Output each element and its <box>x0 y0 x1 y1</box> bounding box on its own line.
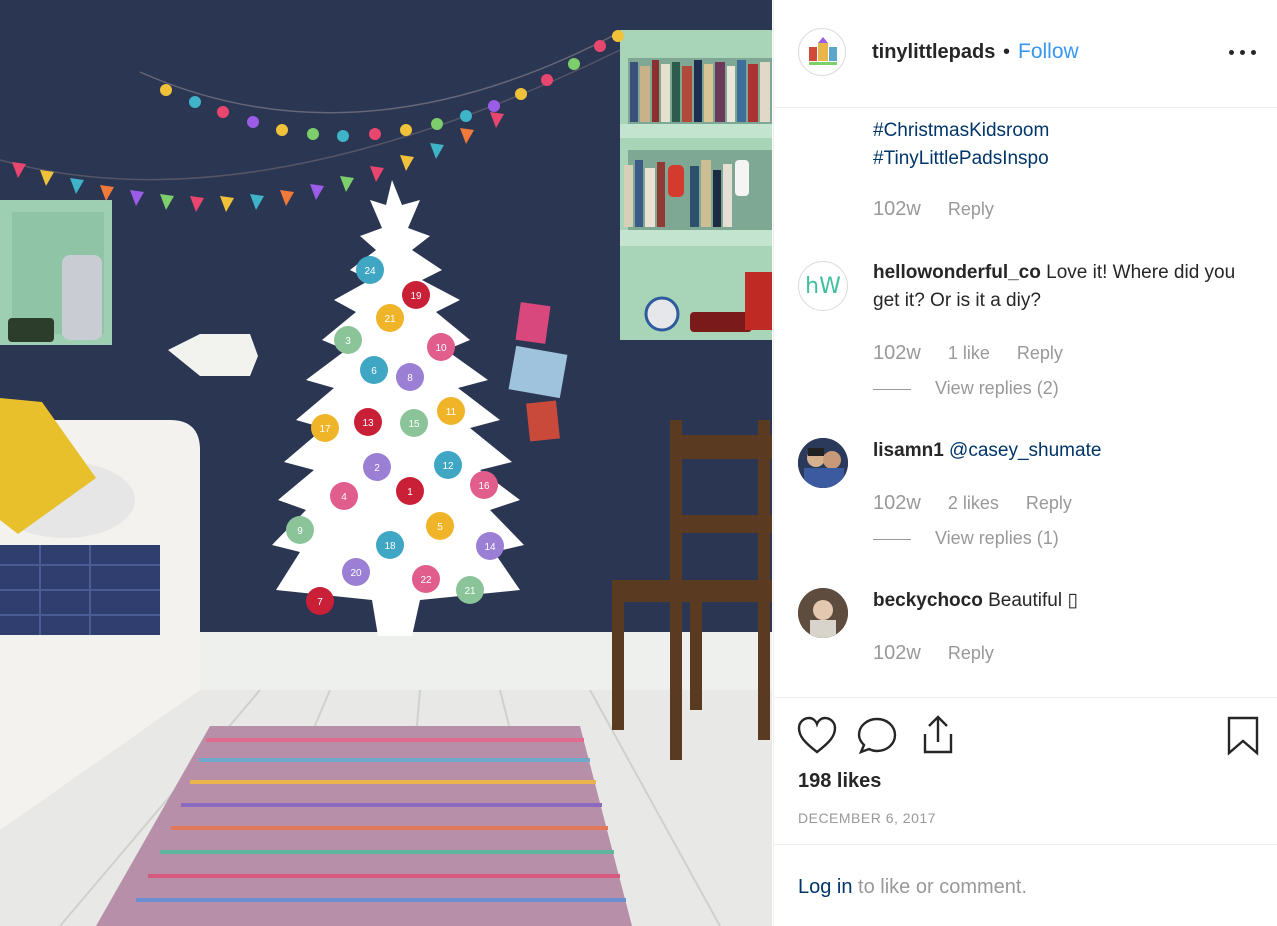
ornament-number: 21 <box>384 314 396 325</box>
post-side-panel: tinylittlepads • Follow #ChristmasKidsro… <box>773 0 1277 926</box>
comment-body: hellowonderful_co Love it! Where did you… <box>873 259 1253 315</box>
login-prompt-text: Log in to like or comment. <box>798 876 1027 899</box>
reply-button[interactable]: Reply <box>948 643 994 663</box>
user-photo-icon <box>798 438 848 488</box>
ornament-number: 5 <box>437 522 443 533</box>
hashtag-link[interactable]: #TinyLittlePadsInspo <box>873 145 1253 173</box>
comment-username[interactable]: beckychoco <box>873 590 983 611</box>
ornament-number: 16 <box>478 481 490 492</box>
post-username[interactable]: tinylittlepads <box>872 41 995 64</box>
ornament-number: 20 <box>350 568 362 579</box>
follow-button[interactable]: Follow <box>1018 40 1079 64</box>
separator-dot: • <box>1003 41 1011 63</box>
login-rest-text: to like or comment. <box>852 876 1028 898</box>
more-options-icon[interactable] <box>1226 36 1260 66</box>
comment-likes[interactable]: 2 likes <box>948 493 999 513</box>
hashtag-link[interactable]: #ChristmasKidsroom <box>873 117 1253 145</box>
ornament-number: 9 <box>297 526 303 537</box>
ornament-number: 24 <box>364 266 376 277</box>
ornament-number: 22 <box>420 575 432 586</box>
ornament-number: 19 <box>410 291 422 302</box>
ornament-number: 4 <box>341 492 347 503</box>
ornament-number: 14 <box>484 542 496 553</box>
comment-username[interactable]: lisamn1 <box>873 440 944 461</box>
comment-meta: 102w 1 like Reply <box>873 342 1085 365</box>
login-link[interactable]: Log in <box>798 876 853 898</box>
comment-body: beckychoco Beautiful ▯ <box>873 587 1253 615</box>
post-photo[interactable]: 24 19 21 3 10 6 8 17 13 15 11 2 12 4 1 16 9 5 18 14 20 22 21 7 <box>0 0 772 926</box>
view-replies-label: View replies (2) <box>935 378 1059 398</box>
ornament-number: 2 <box>374 463 380 474</box>
caption-meta: 102w Reply <box>873 198 1016 221</box>
post-actions: 198 likes DECEMBER 6, 2017 Log in to lik… <box>774 697 1277 926</box>
comment-time[interactable]: 102w <box>873 492 921 514</box>
post-header: tinylittlepads • Follow <box>774 0 1277 108</box>
comment-list[interactable]: #ChristmasKidsroom #TinyLittlePadsInspo … <box>774 109 1277 697</box>
ornament-number: 21 <box>464 586 476 597</box>
post-date[interactable]: DECEMBER 6, 2017 <box>798 810 936 826</box>
bookmark-icon[interactable] <box>1226 715 1260 762</box>
commenter-avatar[interactable]: hW <box>798 261 848 311</box>
ornament-number: 7 <box>317 597 323 608</box>
ornament-number: 10 <box>435 343 447 354</box>
comment-time[interactable]: 102w <box>873 642 921 664</box>
ornament-number: 12 <box>442 461 454 472</box>
ornament-number: 15 <box>408 419 420 430</box>
ornament-number: 3 <box>345 336 351 347</box>
caption-time[interactable]: 102w <box>873 198 921 220</box>
ornament-number: 17 <box>319 424 331 435</box>
replies-line <box>873 388 911 390</box>
ornament-number: 13 <box>362 418 374 429</box>
house-icon <box>809 37 837 65</box>
comment-meta: 102w 2 likes Reply <box>873 492 1094 515</box>
heart-icon[interactable] <box>796 716 838 761</box>
profile-avatar[interactable] <box>798 28 846 76</box>
comment-meta: 102w Reply <box>873 642 1016 665</box>
ornament-number: 8 <box>407 373 413 384</box>
ornament-number: 1 <box>407 487 413 498</box>
commenter-avatar[interactable] <box>798 438 848 488</box>
reply-button[interactable]: Reply <box>948 199 994 219</box>
login-prompt: Log in to like or comment. <box>774 844 1277 926</box>
comment-username[interactable]: hellowonderful_co <box>873 262 1041 283</box>
user-photo-icon <box>798 588 848 638</box>
hellowonderful-logo: hW <box>805 274 841 299</box>
like-count[interactable]: 198 likes <box>798 770 881 793</box>
comment-likes[interactable]: 1 like <box>948 343 990 363</box>
mention-link[interactable]: @casey_shumate <box>949 440 1101 461</box>
ornament-number: 6 <box>371 366 377 377</box>
view-replies-label: View replies (1) <box>935 528 1059 548</box>
share-icon[interactable] <box>919 714 957 761</box>
commenter-avatar[interactable] <box>798 588 848 638</box>
reply-button[interactable]: Reply <box>1017 343 1063 363</box>
comment-body: lisamn1 @casey_shumate <box>873 437 1253 465</box>
ornament-number: 18 <box>384 541 396 552</box>
reply-button[interactable]: Reply <box>1026 493 1072 513</box>
comment-time[interactable]: 102w <box>873 342 921 364</box>
caption-hashtags: #ChristmasKidsroom #TinyLittlePadsInspo <box>873 117 1253 173</box>
ornament-number: 11 <box>446 407 457 418</box>
post-image-illustration: 24 19 21 3 10 6 8 17 13 15 11 2 12 4 1 16 9 5 18 14 20 22 21 7 <box>0 0 772 926</box>
view-replies-button[interactable]: View replies (1) <box>873 528 1059 549</box>
comment-text: Beautiful ▯ <box>988 590 1078 611</box>
comment-icon[interactable] <box>857 716 899 761</box>
replies-line <box>873 538 911 540</box>
view-replies-button[interactable]: View replies (2) <box>873 378 1059 399</box>
